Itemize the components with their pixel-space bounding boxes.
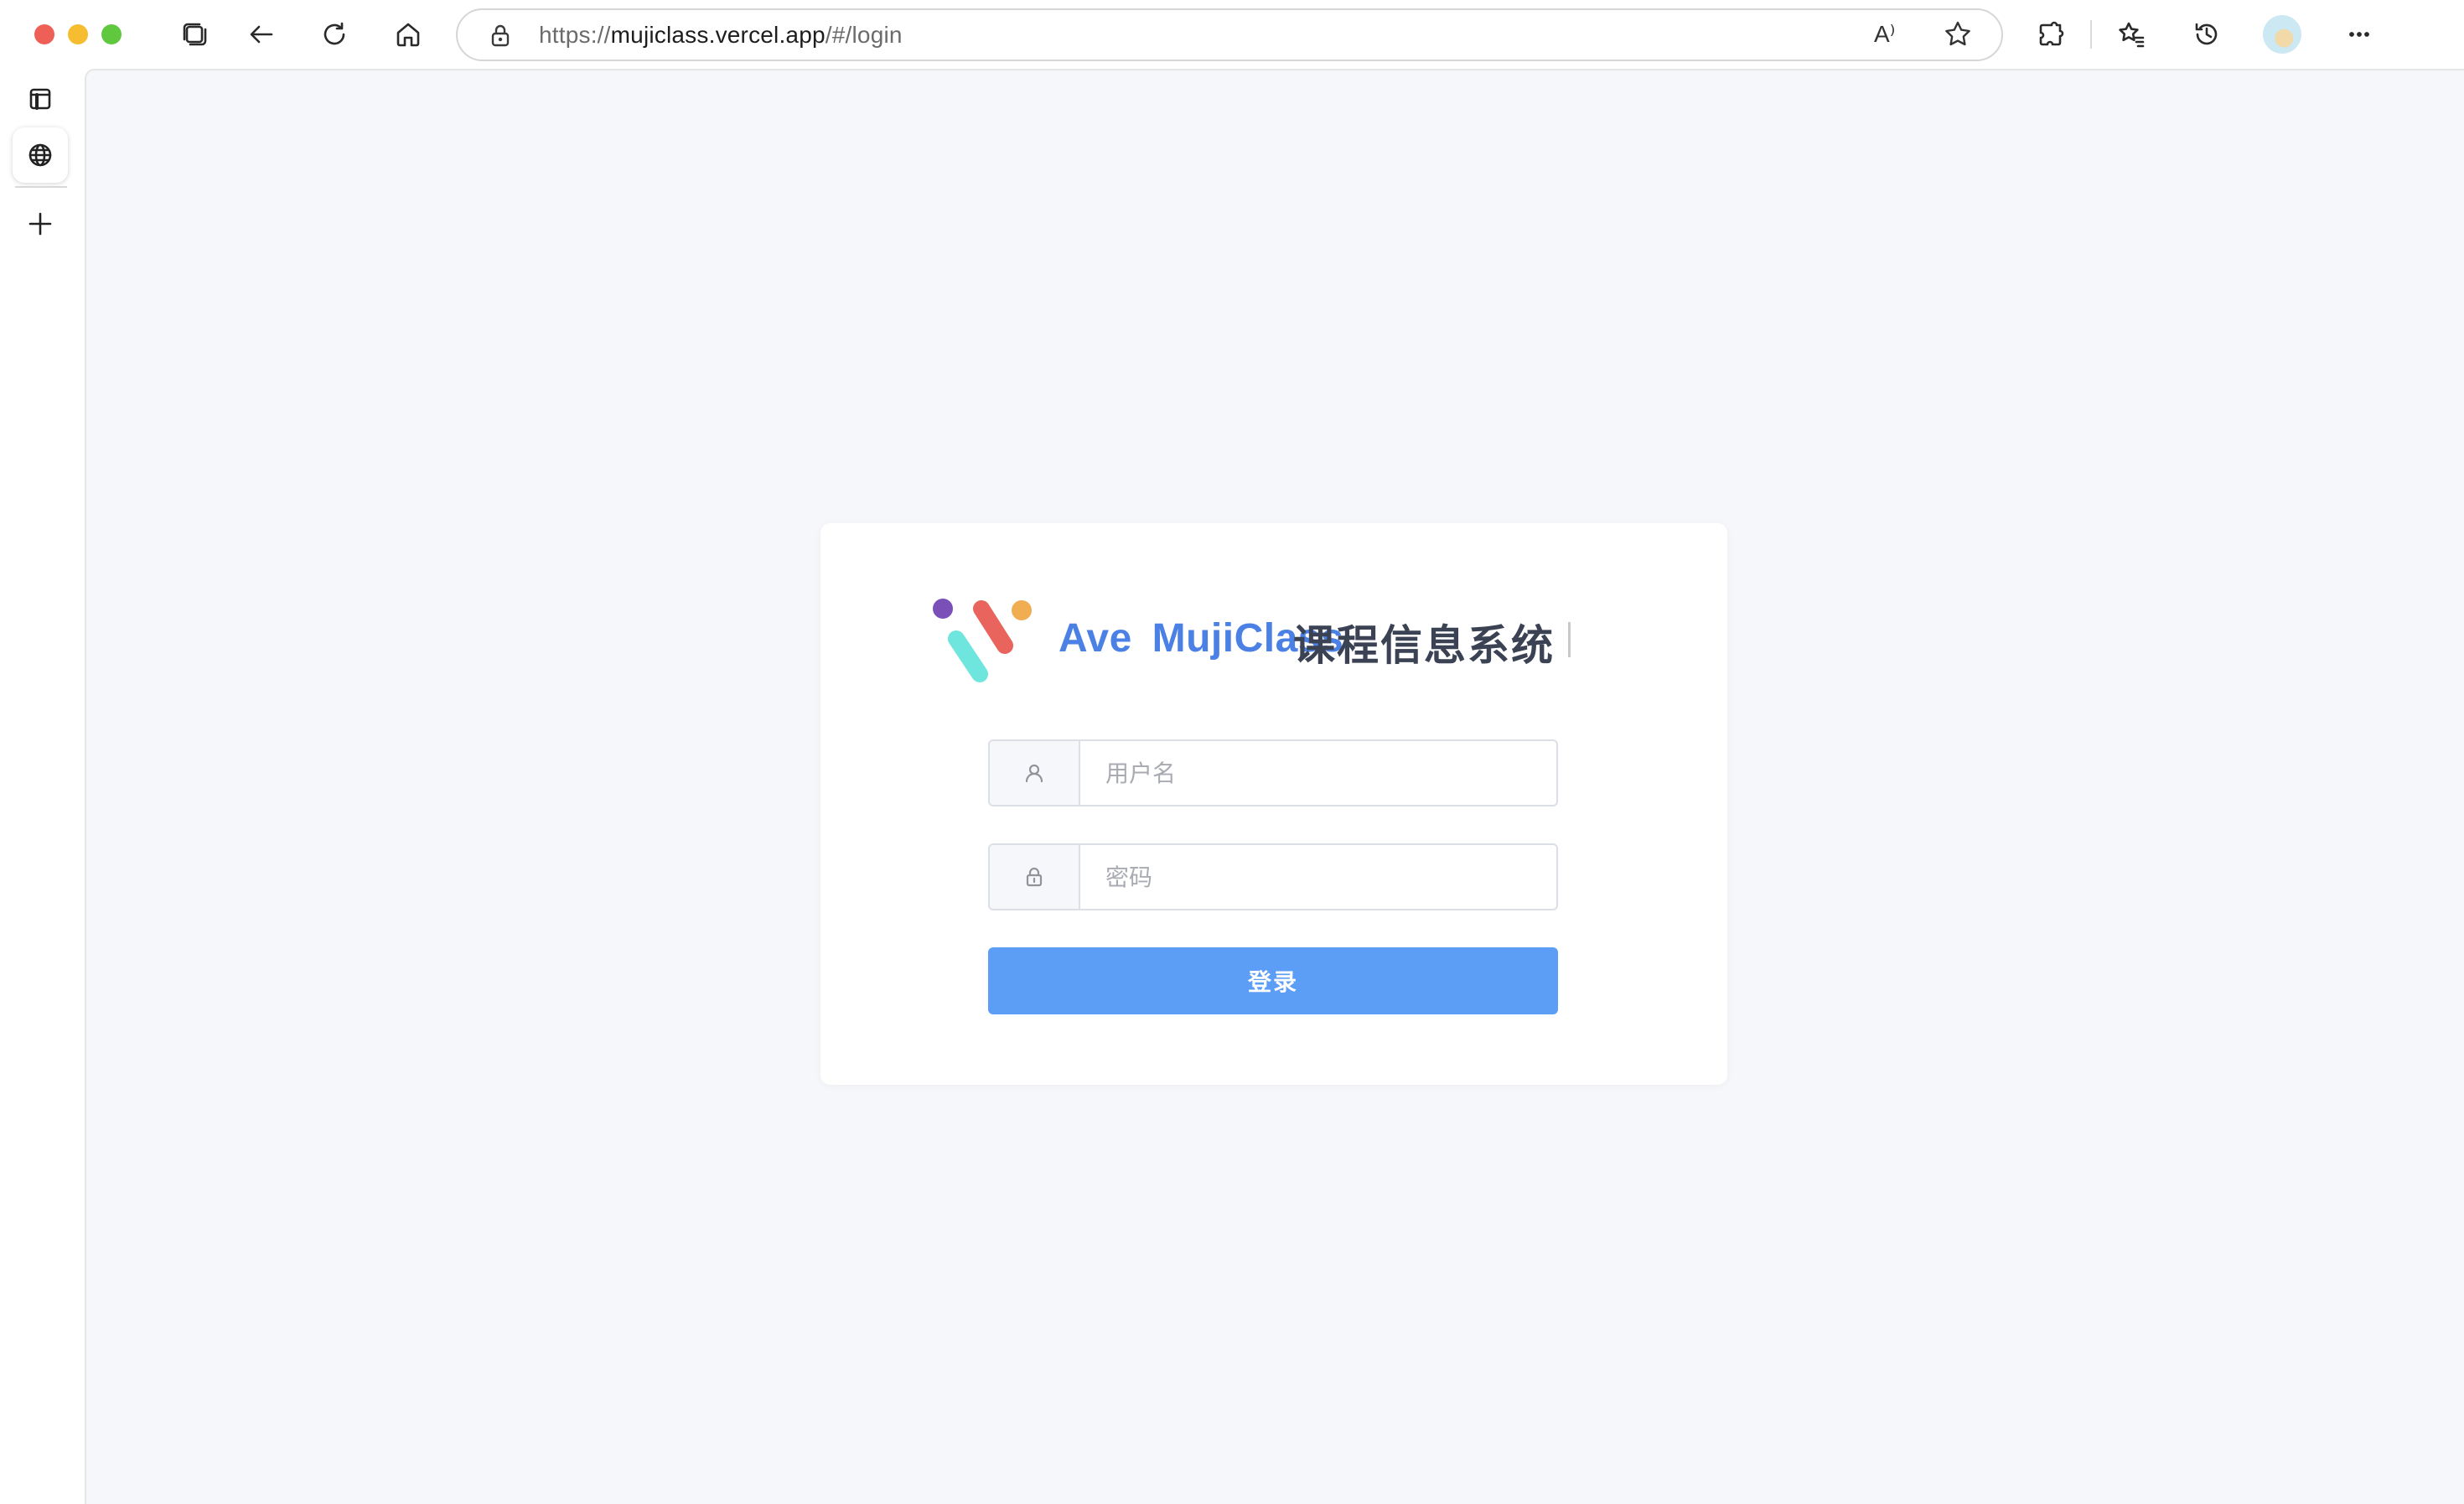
toolbar-divider (2090, 20, 2092, 49)
extensions-icon[interactable] (2030, 13, 2072, 55)
home-icon[interactable] (387, 13, 429, 55)
window-zoom-button[interactable] (101, 24, 122, 44)
tabs-icon[interactable] (173, 13, 215, 55)
address-bar[interactable]: https://mujiclass.vercel.app/#/login A⁾ (456, 8, 2003, 61)
url-host: mujiclass.vercel.app (610, 22, 826, 48)
username-field[interactable] (988, 739, 1558, 806)
back-arrow-icon[interactable] (241, 13, 282, 55)
profile-avatar[interactable] (2263, 15, 2301, 54)
page-viewport: Ave MujiClass 课程信息系统 登录 (85, 69, 2464, 1504)
login-button[interactable]: 登录 (988, 947, 1558, 1014)
more-menu-icon[interactable] (2338, 13, 2380, 55)
username-input[interactable] (1082, 741, 1556, 805)
text-caret (1568, 622, 1571, 657)
refresh-icon[interactable] (313, 13, 355, 55)
lock-icon (990, 845, 1080, 909)
password-field[interactable] (988, 843, 1558, 910)
app-logo (933, 599, 1032, 682)
login-card: Ave MujiClass 课程信息系统 登录 (820, 523, 1727, 1085)
window-minimize-button[interactable] (68, 24, 88, 44)
url-text[interactable]: https://mujiclass.vercel.app/#/login (539, 22, 903, 49)
history-icon[interactable] (2186, 13, 2228, 55)
favorite-star-icon[interactable] (1942, 18, 1975, 52)
user-icon (990, 741, 1080, 805)
read-aloud-icon[interactable]: A⁾ (1874, 20, 1906, 52)
new-tab-plus-icon[interactable] (13, 196, 68, 252)
favorites-icon[interactable] (2110, 13, 2152, 55)
window-close-button[interactable] (34, 24, 54, 44)
lock-icon[interactable] (486, 21, 515, 49)
url-scheme: https:// (539, 22, 611, 48)
password-input[interactable] (1082, 845, 1556, 909)
browser-toolbar: https://mujiclass.vercel.app/#/login A⁾ (0, 0, 2464, 69)
sidebar-panel-icon[interactable] (13, 71, 68, 127)
sidebar-divider (15, 186, 67, 188)
tab-globe-icon[interactable] (13, 127, 68, 183)
vertical-tab-strip (0, 69, 84, 1504)
system-title: 课程信息系统 (1293, 620, 1555, 670)
url-path: /#/login (825, 22, 903, 48)
